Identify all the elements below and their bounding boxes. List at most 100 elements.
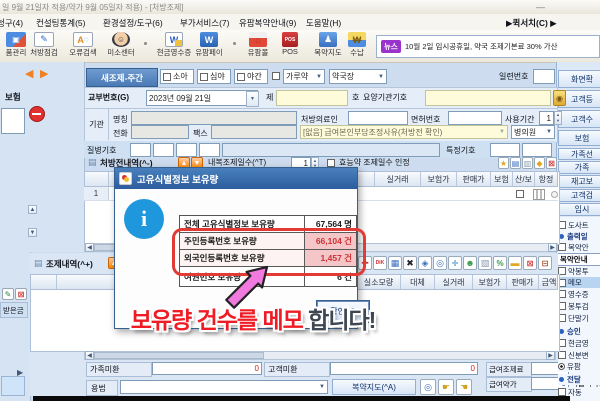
rx-col-sale[interactable]: 판매가 bbox=[457, 172, 491, 186]
rx-col-san[interactable]: 산/보 bbox=[513, 172, 535, 186]
percent-icon[interactable]: % bbox=[493, 256, 507, 270]
box-icon[interactable]: ▦ bbox=[388, 256, 402, 270]
strip-bottom-box[interactable] bbox=[1, 376, 25, 396]
special-input-2[interactable] bbox=[522, 143, 552, 157]
special-input-1[interactable] bbox=[490, 143, 520, 157]
check-pill-late[interactable]: 야간 bbox=[234, 69, 268, 84]
people-icon[interactable]: ☻ bbox=[463, 256, 477, 270]
sidebar-button-screen[interactable]: 화면확 bbox=[558, 70, 600, 88]
medication-guide-button[interactable]: 복약지도(^A) bbox=[332, 379, 416, 395]
scroll-right-icon[interactable]: ▶ bbox=[546, 351, 555, 360]
dik-icon[interactable]: DIK bbox=[373, 256, 387, 270]
opt-deliver[interactable]: 전달 bbox=[558, 374, 600, 385]
pharmacist-dropdown[interactable]: 약국장▼ bbox=[329, 69, 387, 84]
opt-id-check[interactable]: 신분변 bbox=[558, 350, 600, 360]
favorite-star-icon[interactable]: ★ bbox=[498, 157, 509, 169]
use-period-spinner[interactable]: ▲▼ bbox=[554, 111, 562, 125]
quick-search-menu[interactable]: ▶퀵서치(C) ▶ bbox=[506, 18, 557, 28]
clear-grid-icon[interactable]: ⊠ bbox=[546, 157, 557, 169]
search-round-icon[interactable]: ◎ bbox=[420, 379, 436, 395]
toolbar-item-pos[interactable]: POS POS bbox=[272, 32, 308, 56]
opt-approve[interactable]: 승인 bbox=[558, 326, 600, 336]
menu-upharm-guide[interactable]: 유팜복약안내(9) bbox=[239, 18, 296, 28]
org-name-input[interactable] bbox=[131, 111, 297, 125]
scroll-left-icon[interactable]: ◀ bbox=[85, 351, 94, 360]
print-check-bag[interactable]: 약봉투 bbox=[558, 266, 600, 276]
print-check-terminal[interactable]: 단말기 bbox=[558, 313, 600, 323]
check-pill-soa[interactable]: 소아 bbox=[160, 69, 194, 84]
dsp-col-alt[interactable]: 대체 bbox=[401, 275, 435, 289]
add-w-icon[interactable]: ✛ bbox=[448, 256, 462, 270]
row-delete-icon[interactable]: ⊠ bbox=[523, 256, 537, 270]
disease-input-4[interactable] bbox=[199, 143, 220, 157]
disease-input-2[interactable] bbox=[153, 143, 174, 157]
rx-number-input[interactable] bbox=[276, 90, 348, 106]
dsp-col-real[interactable]: 실거래 bbox=[435, 275, 473, 289]
news-ticker[interactable]: 뉴스 10월 2일 임시공휴일, 약국 조제기본료 30% 가산 bbox=[376, 35, 600, 58]
print-check-receipt[interactable]: 영수증 bbox=[558, 289, 600, 299]
toolbar-item-receipt[interactable]: ₩ 수납 bbox=[333, 32, 381, 58]
cut-x-icon[interactable]: ✖ bbox=[403, 256, 417, 270]
dsp-col-use[interactable]: 실소모량 bbox=[357, 275, 401, 289]
menu-consulting-stats[interactable]: 컨설팅통계(5) bbox=[36, 18, 86, 28]
dsp-col-rowno[interactable] bbox=[31, 275, 57, 289]
dsp-col-sale[interactable]: 판매가 bbox=[507, 275, 539, 289]
no-entry-icon[interactable] bbox=[29, 106, 45, 122]
use-period-input[interactable]: 1 bbox=[539, 111, 554, 125]
disease-input-1[interactable] bbox=[130, 143, 151, 157]
row1-insurance-checkbox[interactable] bbox=[516, 190, 524, 198]
hand-right-icon[interactable]: ☛ bbox=[438, 379, 454, 395]
copy-doc-icon[interactable]: ▥ bbox=[522, 157, 533, 169]
row-clear-icon[interactable]: ⊟ bbox=[538, 256, 552, 270]
rx-col-real[interactable]: 실거래 bbox=[375, 172, 421, 186]
clipboard-icon[interactable]: ▤ bbox=[510, 157, 521, 169]
copay-dropdown[interactable]: [없음] 급여본인부담조정사유(처방전 확인)▼ bbox=[300, 125, 508, 139]
menu-help[interactable]: 도움말(H) bbox=[306, 18, 341, 28]
usage-dropdown[interactable]: ▼ bbox=[120, 380, 328, 394]
serial-input[interactable] bbox=[533, 69, 555, 84]
mode-tab[interactable]: 새조제-주간 bbox=[86, 68, 158, 87]
opt-cash-receipt[interactable]: 현금영 bbox=[558, 338, 600, 348]
sidebar-button-temp[interactable]: 임시 bbox=[558, 203, 600, 216]
rx-col-hang[interactable]: 항정 bbox=[535, 172, 557, 186]
scroll-down-icon[interactable]: ▼ bbox=[28, 228, 37, 237]
effect-days-checkbox[interactable] bbox=[327, 159, 335, 167]
menu-settings-tools[interactable]: 환경설정/도구(6) bbox=[103, 18, 163, 28]
search-dn-icon[interactable]: ◎ bbox=[433, 256, 447, 270]
yellow-book-icon[interactable]: ▬ bbox=[508, 256, 522, 270]
dsp-col-amt[interactable]: 금액 bbox=[539, 275, 559, 289]
hand-left-icon[interactable]: ☚ bbox=[456, 379, 472, 395]
toolbar-item-upharm-pay[interactable]: W 유팜페이 bbox=[185, 32, 233, 58]
menu-claim[interactable]: 청구(4) bbox=[0, 18, 23, 28]
edit-pencil-icon[interactable]: ✎ bbox=[2, 288, 14, 300]
search-grid-icon[interactable]: ◈ bbox=[418, 256, 432, 270]
sidebar-button-customer-edit[interactable]: 고객수 bbox=[558, 110, 600, 128]
coin-icon[interactable]: ◉ bbox=[553, 90, 566, 106]
dsp-col-ins[interactable]: 보험가 bbox=[473, 275, 507, 289]
fax-input[interactable] bbox=[211, 125, 297, 139]
calendar-dropdown-icon[interactable]: ▼ bbox=[246, 91, 259, 107]
nav-right-arrow-icon[interactable]: ▶ bbox=[40, 69, 48, 79]
sidebar-button-family-select[interactable]: 가족선 bbox=[558, 148, 600, 160]
license-input[interactable] bbox=[448, 111, 502, 125]
print-check-envelope[interactable]: 봉투검 bbox=[558, 301, 600, 311]
rx-col-rowno[interactable] bbox=[85, 172, 109, 186]
sidebar-button-stock[interactable]: 재고보 bbox=[558, 175, 600, 188]
doctor-input[interactable] bbox=[348, 111, 408, 125]
sidebar-check-1[interactable]: 도사트 bbox=[558, 220, 600, 230]
sidebar-check-3[interactable]: 복약안 bbox=[558, 242, 600, 252]
toolbar-item-miso-center[interactable]: ☺ 미소센터 bbox=[97, 32, 145, 58]
sidebar-button-family[interactable]: 가족 bbox=[558, 161, 600, 174]
rx-col-ins[interactable]: 보험가 bbox=[421, 172, 457, 186]
delete-icon[interactable]: ⊠ bbox=[15, 288, 27, 300]
powder-dropdown[interactable]: 가루약▼ bbox=[283, 69, 325, 84]
scroll-right-icon[interactable]: ▶ bbox=[548, 243, 557, 252]
powder-checkbox[interactable] bbox=[272, 72, 280, 80]
scroll-left-icon[interactable]: ◀ bbox=[85, 243, 94, 252]
sidebar-button-customer-search[interactable]: 고객검 bbox=[558, 189, 600, 202]
menu-addon-services[interactable]: 부가서비스(7) bbox=[180, 18, 230, 28]
phone-input[interactable] bbox=[131, 125, 189, 139]
sidebar-check-2[interactable]: 출력일 bbox=[558, 231, 600, 241]
insurance-box[interactable] bbox=[1, 108, 25, 134]
disease-input-3[interactable] bbox=[176, 143, 197, 157]
